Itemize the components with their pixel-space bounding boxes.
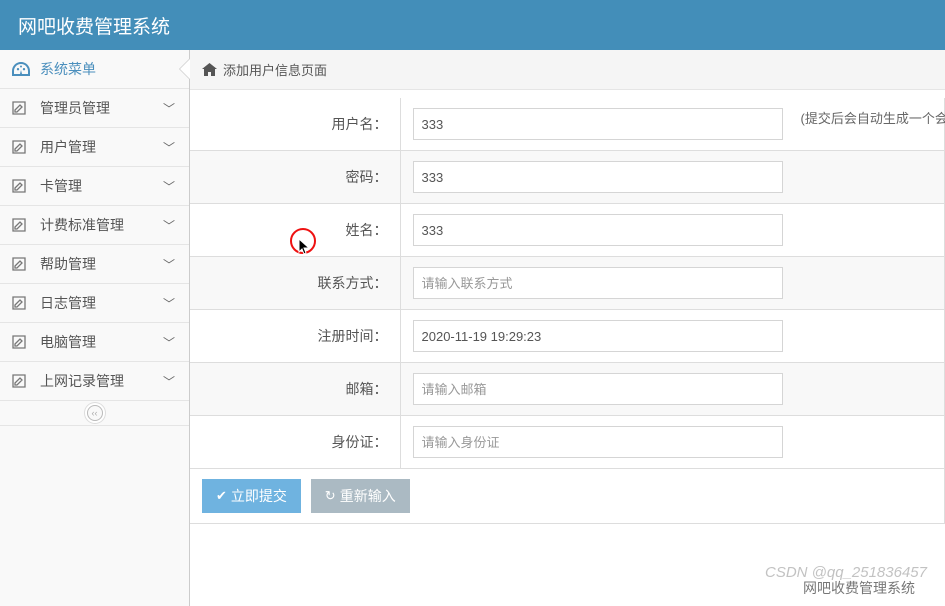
main-panel: 添加用户信息页面 用户名： (提交后会自动生成一个会 密码： 姓名： — [190, 50, 945, 606]
app-title: 网吧收费管理系统 — [18, 12, 170, 39]
sidebar-item-label: 日志管理 — [40, 293, 163, 313]
sidebar-item-label: 上网记录管理 — [40, 371, 163, 391]
input-contact[interactable] — [413, 267, 783, 299]
check-icon: ✔ — [216, 488, 227, 504]
sidebar-item-card-manage[interactable]: 卡管理 ﹀ — [0, 167, 189, 206]
main-container: 系统菜单 管理员管理 ﹀ 用户管理 ﹀ 卡管理 ﹀ — [0, 50, 945, 606]
input-email[interactable] — [413, 373, 783, 405]
sidebar-item-label: 卡管理 — [40, 176, 163, 196]
chevron-down-icon: ﹀ — [163, 256, 175, 273]
breadcrumb-title: 添加用户信息页面 — [223, 60, 327, 79]
breadcrumb: 添加用户信息页面 — [190, 50, 945, 90]
submit-button[interactable]: ✔ 立即提交 — [202, 479, 301, 513]
sidebar-item-log-manage[interactable]: 日志管理 ﹀ — [0, 284, 189, 323]
sidebar-item-netlog-manage[interactable]: 上网记录管理 ﹀ — [0, 362, 189, 401]
edit-icon — [12, 335, 32, 349]
chevron-down-icon: ﹀ — [163, 100, 175, 117]
sidebar-item-system-menu[interactable]: 系统菜单 — [0, 50, 189, 89]
chevron-down-icon: ﹀ — [163, 373, 175, 390]
chevron-down-icon: ﹀ — [163, 334, 175, 351]
sidebar-item-label: 计费标准管理 — [40, 215, 163, 235]
chevron-down-icon: ﹀ — [163, 295, 175, 312]
sidebar-item-admin-manage[interactable]: 管理员管理 ﹀ — [0, 89, 189, 128]
hint-username: (提交后会自动生成一个会 — [801, 108, 945, 127]
label-idcard: 身份证： — [190, 416, 400, 469]
footer-text: 网吧收费管理系统 — [803, 578, 915, 598]
reset-button[interactable]: ↻ 重新输入 — [311, 479, 410, 513]
sidebar-item-help-manage[interactable]: 帮助管理 ﹀ — [0, 245, 189, 284]
sidebar-item-computer-manage[interactable]: 电脑管理 ﹀ — [0, 323, 189, 362]
sidebar-item-label: 用户管理 — [40, 137, 163, 157]
sidebar-item-label: 管理员管理 — [40, 98, 163, 118]
dashboard-icon — [12, 62, 32, 76]
edit-icon — [12, 257, 32, 271]
user-form-table: 用户名： (提交后会自动生成一个会 密码： 姓名： 联系方式： — [190, 98, 945, 524]
sidebar-item-user-manage[interactable]: 用户管理 ﹀ — [0, 128, 189, 167]
edit-icon — [12, 296, 32, 310]
refresh-icon: ↻ — [325, 488, 336, 504]
input-password[interactable] — [413, 161, 783, 193]
label-username: 用户名： — [190, 98, 400, 151]
sidebar: 系统菜单 管理员管理 ﹀ 用户管理 ﹀ 卡管理 ﹀ — [0, 50, 190, 606]
active-pointer-icon — [180, 59, 190, 79]
app-header: 网吧收费管理系统 — [0, 0, 945, 50]
sidebar-item-billing-manage[interactable]: 计费标准管理 ﹀ — [0, 206, 189, 245]
label-regtime: 注册时间： — [190, 310, 400, 363]
chevron-down-icon: ﹀ — [163, 217, 175, 234]
collapse-icon: ‹‹ — [87, 405, 103, 421]
input-username[interactable] — [413, 108, 783, 140]
chevron-down-icon: ﹀ — [163, 139, 175, 156]
edit-icon — [12, 101, 32, 115]
label-password: 密码： — [190, 151, 400, 204]
edit-icon — [12, 374, 32, 388]
input-regtime[interactable] — [413, 320, 783, 352]
label-contact: 联系方式： — [190, 257, 400, 310]
chevron-down-icon: ﹀ — [163, 178, 175, 195]
edit-icon — [12, 179, 32, 193]
sidebar-collapse-button[interactable]: ‹‹ — [0, 401, 189, 426]
submit-label: 立即提交 — [231, 486, 287, 506]
sidebar-item-label: 电脑管理 — [40, 332, 163, 352]
edit-icon — [12, 140, 32, 154]
edit-icon — [12, 218, 32, 232]
form-content: 用户名： (提交后会自动生成一个会 密码： 姓名： 联系方式： — [190, 90, 945, 606]
input-idcard[interactable] — [413, 426, 783, 458]
reset-label: 重新输入 — [340, 486, 396, 506]
sidebar-item-label: 帮助管理 — [40, 254, 163, 274]
label-name: 姓名： — [190, 204, 400, 257]
home-icon[interactable] — [202, 63, 217, 76]
sidebar-item-label: 系统菜单 — [40, 59, 175, 79]
label-email: 邮箱： — [190, 363, 400, 416]
input-name[interactable] — [413, 214, 783, 246]
